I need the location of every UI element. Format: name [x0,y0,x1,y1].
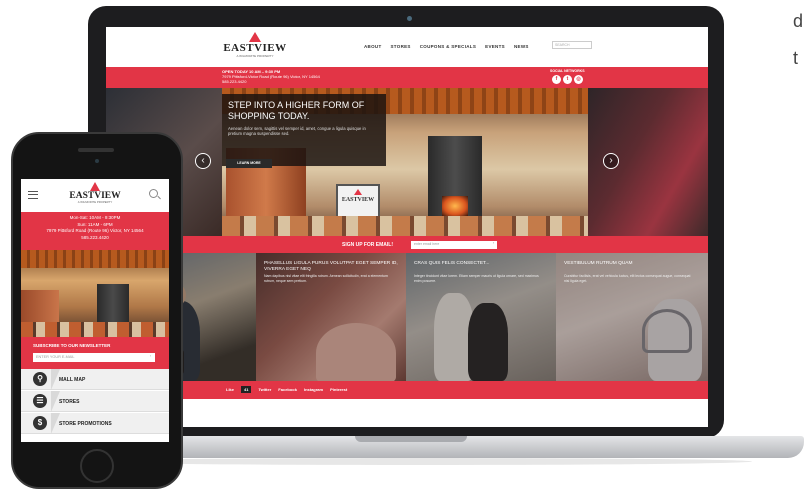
kiosk-name: EASTVIEW [341,197,375,203]
search-input[interactable]: SEARCH [552,41,592,49]
hero-fire [442,196,468,216]
tile-title: PHASELLUS LIGULA PURUS VOLUTPAT EGET SEM… [264,261,398,272]
laptop-notch [355,436,467,442]
footer-links: Like 41 Twitter Facebook Instagram Pinte… [226,386,347,393]
hero-caption: STEP INTO A HIGHER FORM OF SHOPPING TODA… [222,94,386,166]
intro-line-2: t [793,48,799,68]
footer-like[interactable]: Like [226,387,234,392]
footer-twitter[interactable]: Twitter [258,387,271,392]
info-bar: OPEN TODAY 10 AM – 9:30 PM 7979 Pittsfor… [106,67,708,88]
intro-line-1: d [793,11,804,31]
list-icon: ☰ [33,394,47,408]
laptop-shadow [90,458,752,465]
signup-placeholder: enter email here [414,242,440,246]
phone-speaker [78,148,114,152]
phone-text: 585.223.4420 [222,79,247,84]
nav-stores[interactable]: STORES [391,44,411,49]
menu-item-store-promotions[interactable]: $ STORE PROMOTIONS [21,413,169,434]
phone-text: 585.223.4420 [81,234,109,240]
hero-seating [21,322,169,337]
logo-mark-icon [90,182,100,191]
hero-ceiling [21,250,169,268]
twitter-icon[interactable]: t [563,75,572,84]
footer-instagram[interactable]: Instagram [304,387,323,392]
tile-text: Integer tincidunt vitae lorem. Etiam sem… [414,274,539,283]
logo-name: EASTVIEW [223,42,287,54]
desktop-website: EASTVIEW A WILMORITE PROPERTY ABOUT STOR… [106,27,708,427]
mobile-logo[interactable]: EASTVIEW A WILMORITE PROPERTY [65,182,125,204]
submit-arrow-icon[interactable]: › [493,241,494,245]
nav-about[interactable]: ABOUT [364,44,382,49]
hero-headline: STEP INTO A HIGHER FORM OF SHOPPING TODA… [228,100,365,121]
kiosk-logo-icon [354,189,362,195]
facebook-icon[interactable]: f [552,75,561,84]
newsletter-label: SUBSCRIBE TO OUR NEWSLETTER [33,343,111,348]
tile-text: Nam dapibus nisl vitae elit fringilla ru… [264,274,388,283]
footer-pinterest[interactable]: Pinterest [330,387,347,392]
logo-tagline: A WILMORITE PROPERTY [236,54,274,58]
intro-text: d t [793,8,803,71]
nav-events[interactable]: EVENTS [485,44,505,49]
hero-carousel: EASTVIEW STEP INTO A HIGHER FORM OF SHOP… [106,88,708,236]
learn-more-button[interactable]: LEARN MORE [226,159,272,168]
mobile-hero-photo [21,250,169,337]
nav-news[interactable]: NEWS [514,44,529,49]
tile-overlay [556,253,708,381]
site-bottom [106,399,708,427]
promo-tile[interactable]: VESTIBULUM RUTRUM QUAM Curabitur facilis… [556,253,708,381]
signup-label: SIGN UP FOR EMAIL! [342,242,394,248]
submit-arrow-icon[interactable]: › [150,354,151,358]
search-icon[interactable] [149,189,158,198]
map-pin-icon: ⚲ [33,372,47,386]
carousel-next-icon[interactable]: › [603,153,619,169]
newsletter-placeholder: ENTER YOUR E-MAIL [36,355,75,359]
social-icons: f t ◎ [552,75,583,84]
signup-input[interactable]: enter email here › [411,241,497,249]
promo-tile[interactable]: PHASELLUS LIGULA PURUS VOLUTPAT EGET SEM… [256,253,406,381]
mobile-info-bar: Mon-Sat: 10AM - 9:30PM Sun: 11AM - 6PM 7… [21,212,169,250]
hero-body: Aenean dolor sem, sagittis vel semper id… [228,126,366,136]
mobile-website: EASTVIEW A WILMORITE PROPERTY Mon-Sat: 1… [21,179,169,442]
menu-item-label: STORE PROMOTIONS [59,421,112,427]
menu-item-stores[interactable]: ☰ STORES [21,391,169,412]
footer-facebook[interactable]: Facebook [278,387,297,392]
email-signup: SIGN UP FOR EMAIL! enter email here › [106,236,708,253]
main-nav: ABOUT STORES COUPONS & SPECIALS EVENTS N… [364,44,529,49]
promo-tile[interactable]: CRAS QUIS FELIS CONSECTET... Integer tin… [406,253,556,381]
tile-overlay [406,253,556,381]
social-label: SOCIAL NETWORKS [550,69,585,73]
newsletter-email-input[interactable]: ENTER YOUR E-MAIL › [33,353,155,362]
carousel-prev-icon[interactable]: ‹ [195,153,211,169]
hero-kiosk-sign: EASTVIEW [336,184,380,220]
site-logo[interactable]: EASTVIEW A WILMORITE PROPERTY [223,32,287,58]
dollar-icon: $ [33,416,47,430]
logo-mark-icon [249,32,261,42]
logo-tagline: A WILMORITE PROPERTY [77,200,113,204]
site-header: EASTVIEW A WILMORITE PROPERTY ABOUT STOR… [106,27,708,67]
nav-coupons-specials[interactable]: COUPONS & SPECIALS [420,44,476,49]
menu-item-mall-map[interactable]: ⚲ MALL MAP [21,369,169,390]
store-info: OPEN TODAY 10 AM – 9:30 PM 7979 Pittsfor… [222,69,320,84]
hamburger-menu-icon[interactable] [28,191,38,199]
device-mockup-stage: d t EASTVIEW A WILMORITE PROPERTY ABOUT … [0,0,811,493]
laptop-camera [407,16,412,21]
hero-seating [222,216,588,236]
like-count-badge: 41 [241,386,252,393]
tile-title: CRAS QUIS FELIS CONSECTET... [414,261,490,266]
site-footer: Like 41 Twitter Facebook Instagram Pinte… [106,381,708,399]
newsletter-signup: SUBSCRIBE TO OUR NEWSLETTER ENTER YOUR E… [21,337,169,369]
phone-camera [95,159,99,163]
phone-home-button[interactable] [80,449,114,483]
instagram-icon[interactable]: ◎ [574,75,583,84]
tile-title: VESTIBULUM RUTRUM QUAM [564,261,633,266]
menu-item-label: MALL MAP [59,377,86,383]
menu-item-label: STORES [59,399,80,405]
tile-text: Curabitur facilisis, erat vel vehicula l… [564,274,691,283]
